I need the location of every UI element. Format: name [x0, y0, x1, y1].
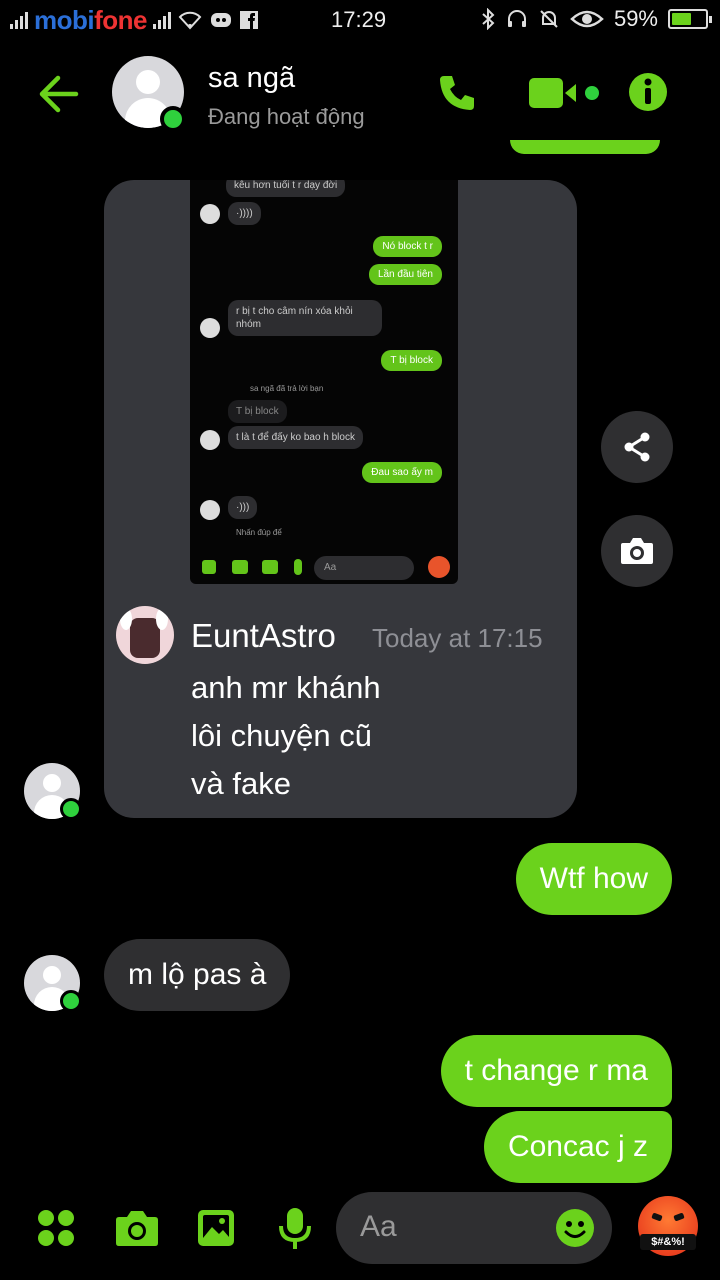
active-status: Đang hoạt động [208, 104, 365, 129]
screenshot-thumbnail: kêu hơn tuổi t r dạy đời ·)))) Nó block … [190, 180, 458, 584]
outgoing-message[interactable]: t change r ma [440, 1035, 672, 1107]
grawlix-text: $#&%! [640, 1234, 696, 1250]
outgoing-message[interactable]: Wtf how [515, 843, 672, 915]
carrier-name: mobifone [34, 4, 147, 35]
incoming-message[interactable]: m lộ pas à [104, 939, 291, 1011]
discord-message-line: lôi chuyện cũ [191, 718, 372, 753]
phone-msg-out: Nó block t r [373, 236, 442, 257]
save-image-button[interactable] [601, 515, 673, 587]
message-bubble-partial [510, 140, 660, 154]
eye-icon [570, 10, 604, 28]
signal-icon-2 [153, 11, 171, 29]
battery-icon [668, 9, 712, 29]
discord-avatar [116, 606, 174, 664]
discord-icon [211, 13, 231, 27]
battery-percent: 59% [613, 6, 658, 31]
more-actions-icon[interactable] [36, 1208, 76, 1248]
phone-avatar [200, 318, 220, 338]
facebook-icon [240, 11, 258, 29]
discord-timestamp: Today at 17:15 [372, 623, 543, 653]
phone-composer: Aa [190, 550, 458, 584]
message-input[interactable]: Aa [336, 1192, 612, 1264]
back-arrow-icon[interactable] [36, 72, 80, 116]
phone-msg-out: Lần đầu tiên [368, 264, 442, 285]
gallery-icon[interactable] [196, 1208, 236, 1248]
share-button[interactable] [601, 411, 673, 483]
online-indicator [60, 798, 82, 820]
phone-msg-out: Đau sao ấy m [362, 462, 442, 483]
shared-image-message[interactable]: kêu hơn tuổi t r dạy đời ·)))) Nó block … [104, 180, 577, 818]
discord-message-line: anh mr khánh [191, 670, 381, 705]
phone-voice-msg: ·)))) [228, 202, 261, 225]
bluetooth-icon [482, 8, 495, 30]
phone-input: Aa [314, 556, 414, 580]
info-icon[interactable] [628, 72, 668, 112]
camera-icon[interactable] [114, 1208, 160, 1248]
camera-icon [621, 538, 653, 564]
phone-call-icon[interactable] [436, 72, 478, 114]
headset-icon [507, 10, 526, 27]
online-indicator [60, 990, 82, 1012]
message-composer: Aa $#&%! [0, 1184, 720, 1280]
contact-name[interactable]: sa ngã [208, 62, 295, 95]
signal-icon [10, 11, 28, 29]
outgoing-message[interactable]: Concac j z [483, 1111, 672, 1183]
wifi-icon [178, 11, 202, 30]
quick-reaction-angry-icon[interactable]: $#&%! [638, 1196, 698, 1256]
clock: 17:29 [331, 7, 387, 32]
emoji-icon[interactable] [555, 1208, 595, 1248]
phone-msg-in: r bị t cho câm nín xóa khỏi nhóm [228, 300, 382, 336]
conversation-header: sa ngã Đang hoạt động [0, 50, 720, 140]
video-call-icon[interactable] [528, 76, 602, 110]
phone-avatar [200, 430, 220, 450]
phone-msg-in: kêu hơn tuổi t r dạy đời [226, 180, 346, 197]
phone-reaction-note: Nhấn đúp để [236, 528, 282, 537]
phone-avatar [200, 500, 220, 520]
share-icon [624, 432, 650, 462]
phone-msg-in: t là t để đấy ko bao h block [228, 426, 363, 449]
online-indicator [160, 106, 186, 132]
phone-reply-note: sa ngã đã trả lời bạn [250, 384, 324, 393]
status-bar: mobifone 17:29 59% [0, 0, 720, 40]
mute-bell-icon [540, 10, 558, 28]
phone-msg-out: T bị block [381, 350, 442, 371]
phone-quote: T bị block [228, 400, 287, 423]
discord-username: EuntAstro [191, 617, 336, 654]
message-input-placeholder: Aa [360, 1210, 397, 1243]
discord-message-line: và fake [191, 766, 291, 801]
phone-voice-msg: ·))) [228, 496, 258, 519]
microphone-icon[interactable] [278, 1206, 312, 1250]
phone-avatar [200, 204, 220, 224]
